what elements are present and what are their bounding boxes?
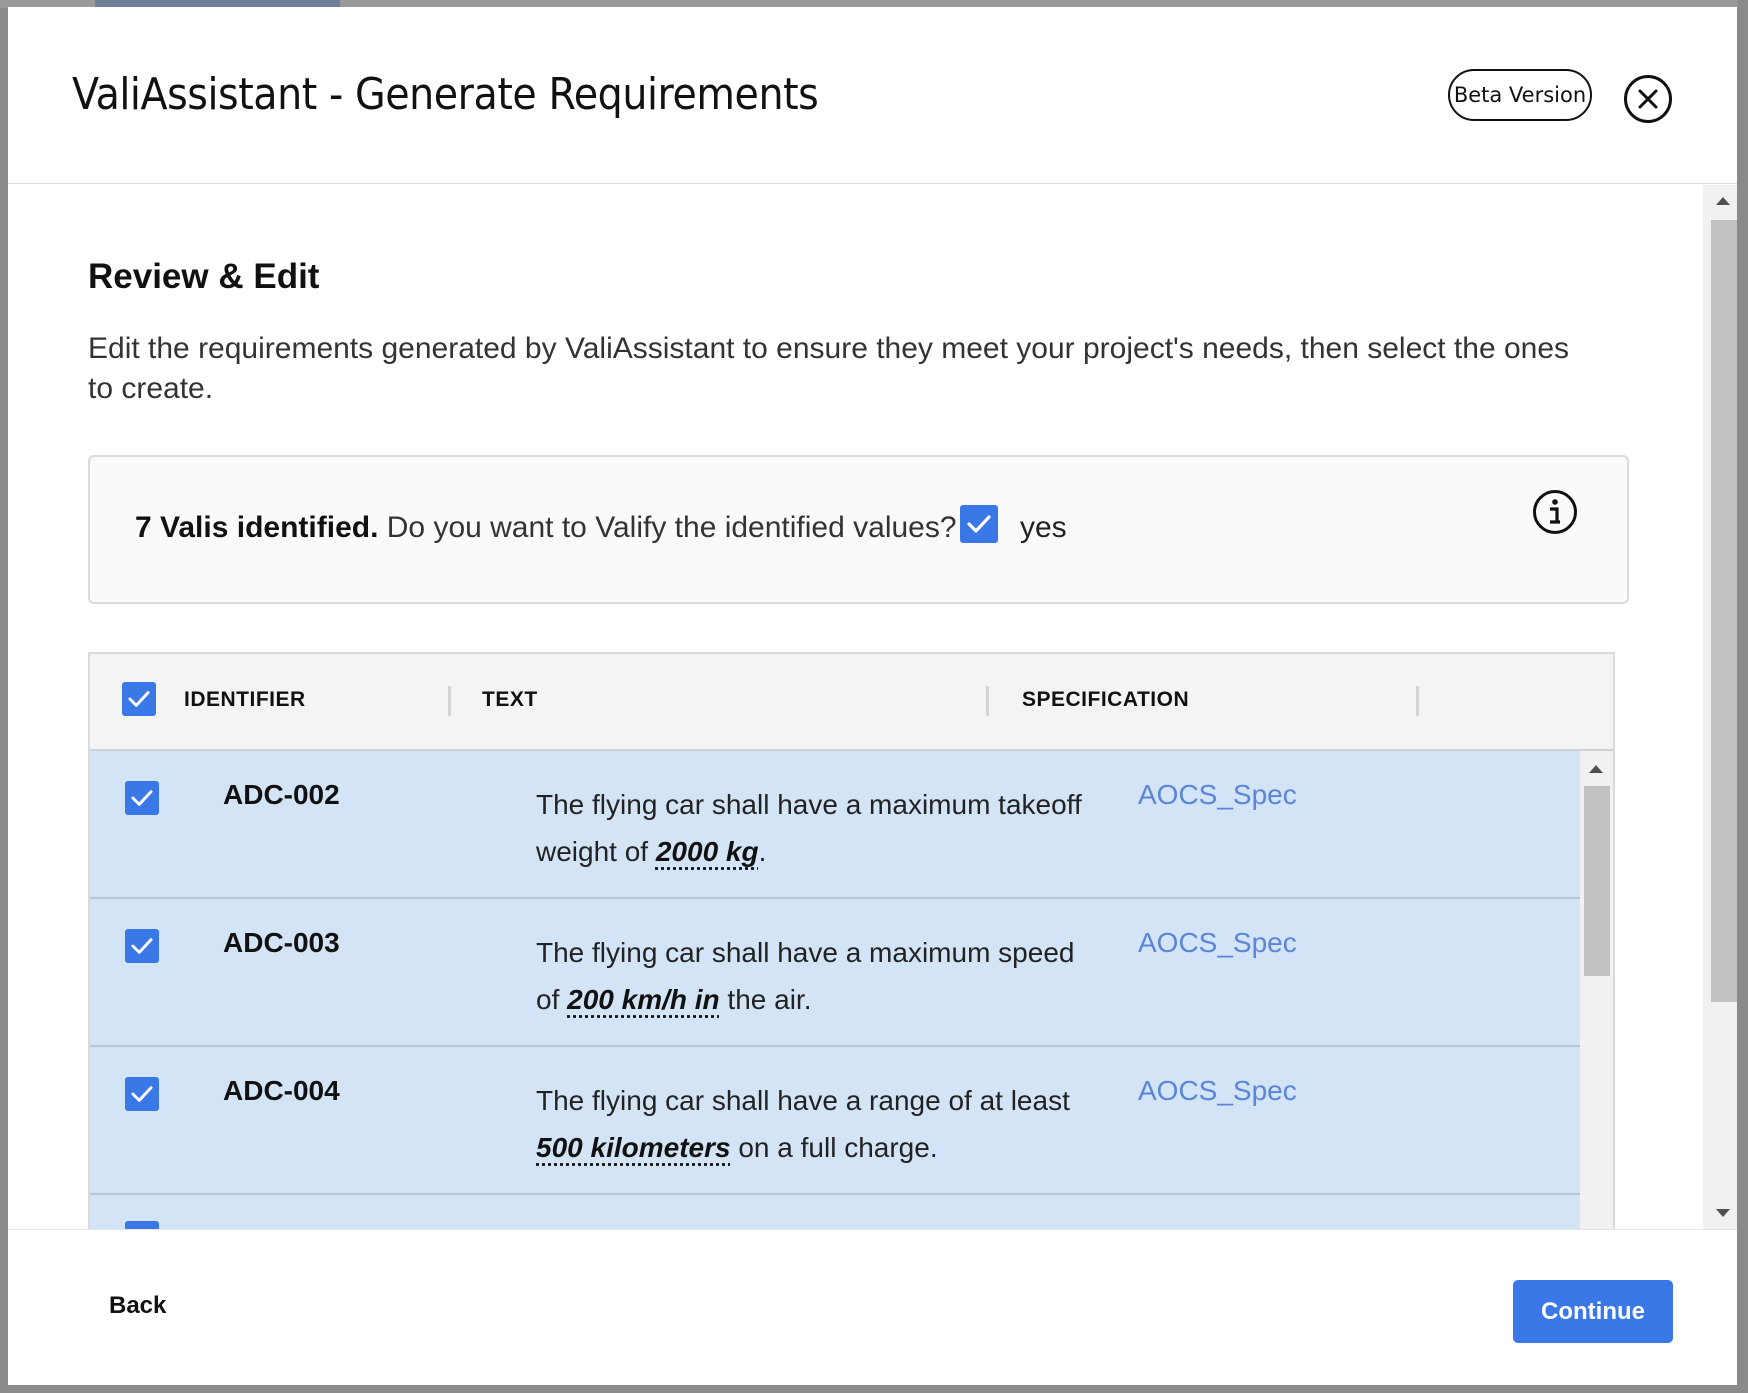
table-row[interactable]: ADC-002 The flying car shall have a maxi… bbox=[90, 751, 1580, 899]
vali-value[interactable]: 500 kilometers bbox=[536, 1132, 731, 1163]
row-requirement-text[interactable]: The flying car shall have a maximum spee… bbox=[536, 929, 1096, 1023]
table-row[interactable]: ADC-003 The flying car shall have a maxi… bbox=[90, 899, 1580, 1047]
valis-identified-panel: 7 Valis identified. Do you want to Valif… bbox=[88, 455, 1629, 604]
scroll-up-arrow-icon[interactable] bbox=[1589, 765, 1603, 773]
select-all-checkbox[interactable] bbox=[122, 682, 156, 716]
scroll-up-arrow-icon[interactable] bbox=[1716, 197, 1730, 205]
background-app-footer bbox=[0, 1385, 1748, 1393]
table-row-partial[interactable] bbox=[90, 1195, 1580, 1229]
column-resize-handle[interactable] bbox=[448, 686, 451, 716]
table-body: ADC-002 The flying car shall have a maxi… bbox=[90, 751, 1580, 1229]
checkmark-icon bbox=[128, 691, 150, 707]
table-scrollbar-thumb[interactable] bbox=[1584, 786, 1610, 976]
scroll-down-arrow-icon[interactable] bbox=[1716, 1209, 1730, 1217]
checkmark-icon bbox=[131, 790, 153, 806]
column-header-identifier[interactable]: IDENTIFIER bbox=[184, 688, 306, 712]
column-resize-handle[interactable] bbox=[986, 686, 989, 716]
row-specification-link[interactable]: AOCS_Spec bbox=[1138, 779, 1297, 811]
review-description: Edit the requirements generated by ValiA… bbox=[88, 332, 1570, 405]
requirement-text: the air. bbox=[719, 984, 812, 1015]
requirements-table: IDENTIFIER TEXT SPECIFICATION ADC-002 Th… bbox=[88, 652, 1615, 1229]
valify-checkbox[interactable] bbox=[960, 505, 998, 543]
row-identifier: ADC-004 bbox=[223, 1075, 340, 1106]
table-row[interactable]: ADC-004 The flying car shall have a rang… bbox=[90, 1047, 1580, 1195]
background-app-edge bbox=[1738, 0, 1748, 1393]
close-button[interactable] bbox=[1624, 75, 1672, 123]
row-checkbox[interactable] bbox=[125, 1077, 159, 1111]
dialog-header: ValiAssistant - Generate Requirements Be… bbox=[8, 7, 1737, 184]
back-button[interactable]: Back bbox=[109, 1292, 166, 1320]
row-specification-link[interactable]: AOCS_Spec bbox=[1138, 1075, 1297, 1107]
valify-question: 7 Valis identified. Do you want to Valif… bbox=[135, 511, 957, 545]
row-checkbox[interactable] bbox=[125, 929, 159, 963]
vali-value[interactable]: 2000 kg bbox=[656, 836, 759, 867]
dialog-scrollbar[interactable] bbox=[1703, 185, 1737, 1229]
dialog-title: ValiAssistant - Generate Requirements bbox=[72, 69, 819, 120]
row-checkbox[interactable] bbox=[125, 1221, 159, 1229]
vali-value[interactable]: 200 km/h in bbox=[567, 984, 720, 1015]
row-requirement-text[interactable]: The flying car shall have a maximum take… bbox=[536, 781, 1096, 875]
review-edit-title: Review & Edit bbox=[88, 257, 320, 296]
continue-button[interactable]: Continue bbox=[1513, 1280, 1673, 1343]
requirement-text: . bbox=[758, 836, 767, 867]
requirement-text: The flying car shall have a maximum take… bbox=[536, 789, 1082, 867]
column-header-text[interactable]: TEXT bbox=[482, 688, 538, 712]
info-icon[interactable] bbox=[1532, 489, 1578, 535]
generate-requirements-dialog: ValiAssistant - Generate Requirements Be… bbox=[8, 7, 1737, 1385]
valify-yes-label: yes bbox=[1020, 511, 1067, 544]
table-scrollbar[interactable] bbox=[1580, 751, 1613, 1229]
close-icon bbox=[1638, 89, 1658, 109]
checkmark-icon bbox=[131, 1086, 153, 1102]
row-checkbox[interactable] bbox=[125, 781, 159, 815]
requirement-text: on a full charge. bbox=[730, 1132, 938, 1163]
valis-count: 7 Valis identified. bbox=[135, 511, 379, 544]
requirement-text: The flying car shall have a range of at … bbox=[536, 1085, 1070, 1116]
dialog-body: Review & Edit Edit the requirements gene… bbox=[8, 185, 1737, 1229]
dialog-scrollbar-thumb[interactable] bbox=[1711, 220, 1737, 1002]
valify-question-text: Do you want to Valify the identified val… bbox=[378, 511, 957, 544]
row-specification-link[interactable]: AOCS_Spec bbox=[1138, 927, 1297, 959]
column-resize-handle[interactable] bbox=[1416, 686, 1419, 716]
table-header: IDENTIFIER TEXT SPECIFICATION bbox=[90, 654, 1613, 751]
checkmark-icon bbox=[967, 515, 991, 533]
checkmark-icon bbox=[131, 938, 153, 954]
beta-version-badge: Beta Version bbox=[1448, 69, 1592, 121]
row-requirement-text[interactable]: The flying car shall have a range of at … bbox=[536, 1077, 1096, 1171]
dialog-footer: Back Continue bbox=[8, 1229, 1737, 1385]
row-identifier: ADC-003 bbox=[223, 927, 340, 958]
row-identifier: ADC-002 bbox=[223, 779, 340, 810]
column-header-specification[interactable]: SPECIFICATION bbox=[1022, 688, 1189, 712]
